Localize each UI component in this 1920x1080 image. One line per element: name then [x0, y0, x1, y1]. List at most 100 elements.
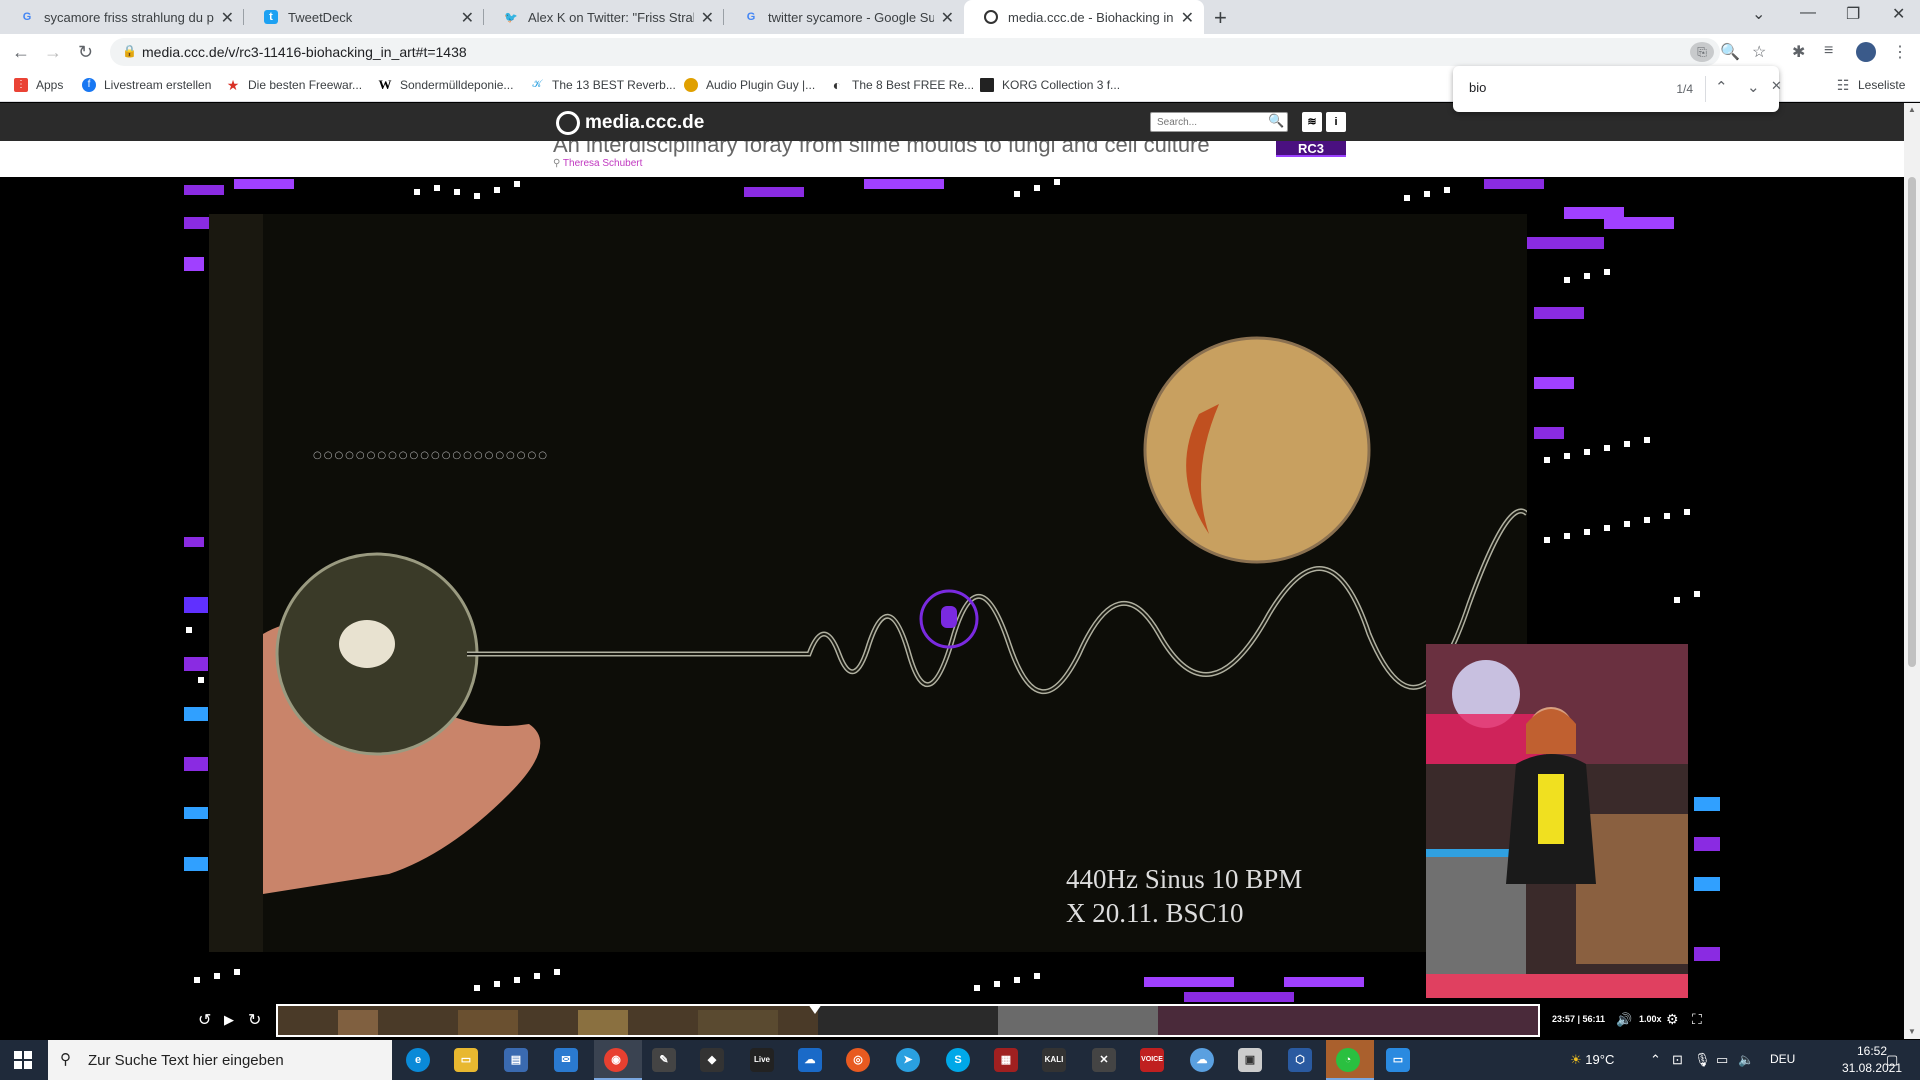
- playback-speed[interactable]: 1.00x: [1639, 1014, 1662, 1024]
- bookmark-star-icon[interactable]: ☆: [1752, 42, 1766, 62]
- bookmark-item[interactable]: ◐ The 8 Best FREE Re...: [830, 78, 974, 92]
- store-icon[interactable]: ▤: [504, 1048, 528, 1072]
- playhead-marker[interactable]: [807, 1006, 822, 1014]
- tray-app-icon[interactable]: ⊡: [1672, 1052, 1683, 1068]
- file-explorer-icon[interactable]: ▭: [454, 1048, 478, 1072]
- tab-title: Alex K on Twitter: "Friss Strahlung: [528, 10, 694, 25]
- back-button[interactable]: ←: [12, 42, 30, 63]
- kali-icon[interactable]: KALI: [1042, 1048, 1066, 1072]
- input-language[interactable]: DEU: [1770, 1052, 1795, 1066]
- moon-icon: ◐: [832, 77, 842, 93]
- bookmark-label: Audio Plugin Guy |...: [706, 78, 816, 92]
- speaker-icon[interactable]: 🔈: [1738, 1052, 1754, 1068]
- tab-3[interactable]: G twitter sycamore - Google Suche ✕: [724, 0, 964, 34]
- fullscreen-icon[interactable]: ⛶: [1692, 1011, 1702, 1028]
- url-text[interactable]: media.ccc.de/v/rc3-11416-biohacking_in_a…: [142, 44, 467, 60]
- edge-icon[interactable]: e: [406, 1048, 430, 1072]
- notifications-icon[interactable]: ▢: [1886, 1052, 1898, 1068]
- rewind-icon[interactable]: ↺: [198, 1010, 211, 1030]
- app-icon[interactable]: ✎: [652, 1048, 676, 1072]
- mail-icon[interactable]: ✉: [554, 1048, 578, 1072]
- extensions-icon[interactable]: ✱: [1792, 42, 1805, 62]
- slide-caption-frequency: 440Hz Sinus 10 BPM: [1066, 864, 1303, 894]
- search-icon[interactable]: 🔍: [1268, 113, 1284, 129]
- ubuntu-icon[interactable]: ◎: [846, 1048, 870, 1072]
- calculator-icon[interactable]: ▦: [994, 1048, 1018, 1072]
- telegram-icon[interactable]: ➤: [896, 1048, 920, 1072]
- bookmark-item[interactable]: f Livestream erstellen: [82, 78, 211, 92]
- bookmark-item[interactable]: 𝒦 The 13 BEST Reverb...: [530, 78, 676, 92]
- bookmark-label: Apps: [36, 78, 64, 92]
- weather-widget[interactable]: ☀ 19°C: [1570, 1052, 1614, 1068]
- reload-button[interactable]: ↻: [78, 42, 93, 63]
- bookmark-item[interactable]: Audio Plugin Guy |...: [684, 78, 815, 92]
- close-icon[interactable]: ✕: [221, 8, 234, 28]
- onedrive-icon[interactable]: ☁: [798, 1048, 822, 1072]
- find-input[interactable]: [1469, 80, 1619, 95]
- sword-app-icon[interactable]: ✕: [1092, 1048, 1116, 1072]
- info-icon[interactable]: i: [1326, 112, 1346, 132]
- tab-2[interactable]: 🐦 Alex K on Twitter: "Friss Strahlung ✕: [484, 0, 724, 34]
- scrollbar-thumb[interactable]: [1908, 177, 1916, 667]
- voicemeeter-icon[interactable]: VOICE: [1140, 1048, 1164, 1072]
- facebook-icon: f: [82, 78, 96, 92]
- scroll-down-icon[interactable]: ▼: [1908, 1027, 1916, 1036]
- inkscape-icon[interactable]: ◆: [700, 1048, 724, 1072]
- network-icon[interactable]: ▭: [1716, 1052, 1728, 1068]
- bookmark-apps[interactable]: ⋮ Apps: [14, 78, 63, 92]
- close-icon[interactable]: ✕: [461, 8, 474, 28]
- google-icon: G: [746, 11, 756, 23]
- media-control-icon[interactable]: ≡: [1824, 42, 1833, 60]
- site-logo[interactable]: media.ccc.de: [556, 111, 704, 135]
- microphone-icon[interactable]: 🎙: [1694, 1052, 1711, 1068]
- find-previous-button[interactable]: ⌃: [1715, 78, 1728, 96]
- video-player[interactable]: ○○○○○○○○○○○○○○○○○○○○○○ 440Hz Sinus 10 BP…: [184, 177, 1720, 1037]
- tab-search-icon[interactable]: ⌄: [1752, 4, 1765, 24]
- page-scrollbar[interactable]: ▲ ▼: [1904, 103, 1920, 1039]
- forward-button[interactable]: →: [44, 42, 62, 63]
- taskbar-search-box[interactable]: ⚲ Zur Suche Text hier eingeben: [48, 1040, 392, 1080]
- windows-start-icon[interactable]: [14, 1051, 32, 1069]
- volume-icon[interactable]: 🔊: [1616, 1012, 1632, 1028]
- wechat-icon[interactable]: ◔: [1336, 1048, 1360, 1072]
- menu-icon[interactable]: ⋮: [1892, 42, 1908, 62]
- minimize-button[interactable]: —: [1800, 4, 1816, 22]
- settings-gear-icon[interactable]: ⚙: [1666, 1011, 1679, 1028]
- bookmark-item[interactable]: W Sondermülldeponie...: [378, 78, 514, 93]
- weather-sun-icon: ☀: [1570, 1052, 1586, 1067]
- reading-list-button[interactable]: ☷ Leseliste: [1836, 78, 1906, 92]
- address-bar[interactable]: 🔒 media.ccc.de/v/rc3-11416-biohacking_in…: [110, 38, 1720, 66]
- close-icon[interactable]: ✕: [941, 8, 954, 28]
- restore-button[interactable]: ❐: [1846, 4, 1860, 24]
- find-close-button[interactable]: ✕: [1771, 78, 1782, 94]
- notepad-icon[interactable]: ▭: [1386, 1048, 1410, 1072]
- forward-skip-icon[interactable]: ↻: [248, 1010, 261, 1030]
- rss-icon[interactable]: ≋: [1302, 112, 1322, 132]
- virtualbox-icon[interactable]: ⬡: [1288, 1048, 1312, 1072]
- zoom-icon[interactable]: 🔍: [1720, 42, 1740, 62]
- tray-chevron-icon[interactable]: ⌃: [1650, 1052, 1661, 1068]
- close-window-button[interactable]: ✕: [1892, 4, 1905, 24]
- cloud-app-icon[interactable]: ☁: [1190, 1048, 1214, 1072]
- chrome-icon[interactable]: ◉: [604, 1048, 628, 1072]
- scroll-up-icon[interactable]: ▲: [1908, 105, 1916, 114]
- tab-0[interactable]: G sycamore friss strahlung du pilzt ✕: [0, 0, 244, 34]
- lock-icon[interactable]: 🔒: [122, 44, 137, 58]
- app-window-icon[interactable]: ▣: [1238, 1048, 1262, 1072]
- seek-bar[interactable]: [276, 1004, 1540, 1037]
- new-tab-button[interactable]: +: [1214, 5, 1227, 31]
- avatar[interactable]: [1856, 42, 1876, 62]
- bookmark-item[interactable]: ★ Die besten Freewar...: [226, 78, 362, 92]
- close-icon[interactable]: ✕: [1181, 8, 1194, 28]
- find-next-button[interactable]: ⌄: [1747, 78, 1760, 96]
- star-icon: ★: [226, 77, 240, 93]
- close-icon[interactable]: ✕: [701, 8, 714, 28]
- ableton-live-icon[interactable]: Live: [750, 1048, 774, 1072]
- bookmark-item[interactable]: KORG Collection 3 f...: [980, 78, 1120, 92]
- tab-1[interactable]: t TweetDeck ✕: [244, 0, 484, 34]
- play-button[interactable]: ▶: [224, 1012, 234, 1028]
- tab-4[interactable]: media.ccc.de - Biohacking in art ✕: [964, 0, 1204, 34]
- page-action-icon[interactable]: ⎘: [1690, 42, 1714, 62]
- speaker-link[interactable]: ⚲ Theresa Schubert: [553, 158, 642, 169]
- skype-icon[interactable]: S: [946, 1048, 970, 1072]
